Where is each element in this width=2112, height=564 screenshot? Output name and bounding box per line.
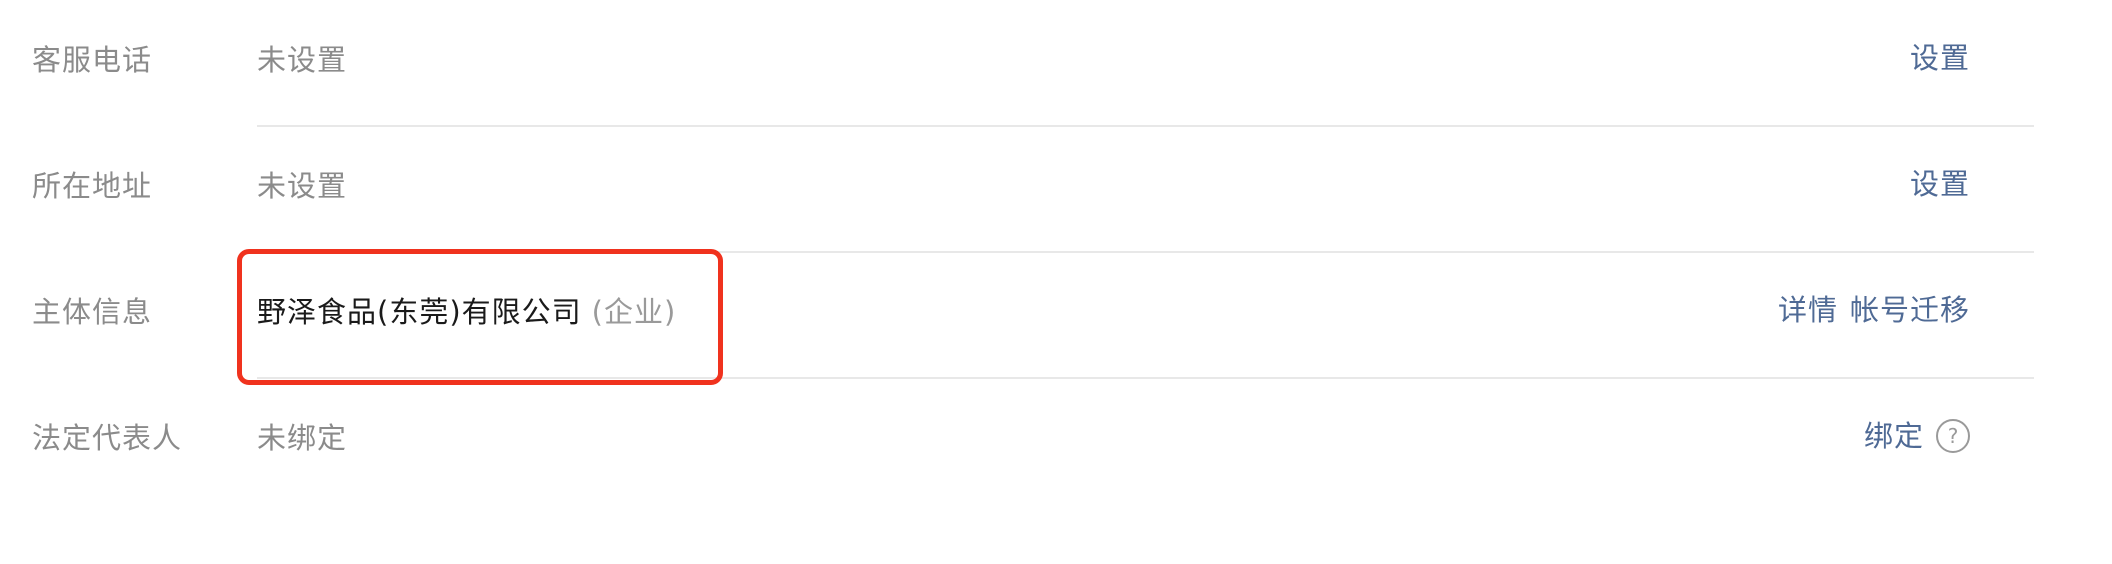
question-circle-icon[interactable]: ? xyxy=(1936,419,1970,453)
account-info-list: 客服电话 未设置 设置 所在地址 未设置 设置 主体信息 野泽食品(东莞)有限公… xyxy=(0,0,2112,564)
company-name: 野泽食品(东莞)有限公司 xyxy=(257,295,582,329)
row-entity-info: 主体信息 野泽食品(东莞)有限公司 (企业) 详情 帐号迁移 xyxy=(0,252,2112,379)
address-label: 所在地址 xyxy=(32,169,153,203)
legal-representative-actions: 绑定 ? xyxy=(1864,416,1970,456)
entity-type-tag: (企业) xyxy=(591,295,677,329)
legal-representative-label: 法定代表人 xyxy=(32,421,183,455)
entity-details-link[interactable]: 详情 xyxy=(1778,290,1838,330)
account-migration-link[interactable]: 帐号迁移 xyxy=(1850,290,1970,330)
legal-representative-bind-link[interactable]: 绑定 xyxy=(1864,416,1924,456)
customer-phone-value: 未设置 xyxy=(257,43,348,77)
customer-phone-actions: 设置 xyxy=(1910,38,1970,78)
help-icon-glyph: ? xyxy=(1947,424,1959,448)
address-value: 未设置 xyxy=(257,169,348,203)
customer-phone-label: 客服电话 xyxy=(32,43,153,77)
row-address: 所在地址 未设置 设置 xyxy=(0,126,2112,253)
entity-info-value: 野泽食品(东莞)有限公司 (企业) xyxy=(257,292,676,332)
legal-representative-value: 未绑定 xyxy=(257,421,348,455)
address-actions: 设置 xyxy=(1910,164,1970,204)
row-customer-phone: 客服电话 未设置 设置 xyxy=(0,0,2112,127)
entity-info-actions: 详情 帐号迁移 xyxy=(1778,290,1970,330)
customer-phone-set-link[interactable]: 设置 xyxy=(1910,38,1970,78)
row-legal-representative: 法定代表人 未绑定 绑定 ? xyxy=(0,378,2112,505)
entity-info-label: 主体信息 xyxy=(32,295,153,329)
address-set-link[interactable]: 设置 xyxy=(1910,164,1970,204)
